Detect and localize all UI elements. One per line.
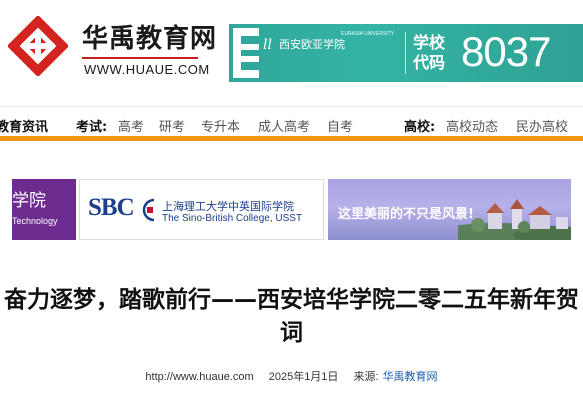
nav-item-graduate-exam[interactable]: 研考 — [159, 116, 185, 135]
main-nav: 教育资讯 考试: 高考 研考 专升本 成人高考 自考 高校: 高校动态 民办高校 — [0, 106, 583, 140]
nav-item-upgrade[interactable]: 专升本 — [201, 116, 240, 135]
nav-item-self-study[interactable]: 自考 — [327, 116, 353, 135]
ad1-chinese-text: 学院 — [12, 191, 46, 211]
ad3-slogan: 这里美丽的不只是风景! — [338, 207, 474, 222]
banner-school-code: 8037 — [461, 28, 551, 75]
banner-cursive-mark: ll — [263, 37, 272, 53]
campus-scenery-image — [458, 199, 571, 240]
university-ad-banner[interactable]: ll 西安欧亚学院 EURASIA UNIVERSITY 学校代码 8037 — [229, 24, 583, 82]
article-date: 2025年1月1日 — [268, 371, 339, 383]
banner-school-en: EURASIA UNIVERSITY — [341, 31, 395, 37]
nav-item-private-universities[interactable]: 民办高校 — [516, 116, 568, 135]
article-title: 奋力逐梦，踏歌前行——西安培华学院二零二五年新年贺词 — [4, 287, 579, 346]
nav-item-university-news[interactable]: 高校动态 — [446, 116, 498, 135]
site-name-underline — [82, 57, 198, 59]
article-source-link[interactable]: 华禹教育网 — [383, 371, 438, 383]
sbc-chinese-name: 上海理工大学中英国际学院 — [162, 200, 294, 213]
sbc-english-name: The Sino-British College, USST — [162, 213, 303, 224]
banner-code-label: 学校代码 — [413, 33, 446, 72]
nav-label-universities: 高校: — [404, 120, 436, 135]
article-source-label: 来源: — [353, 371, 379, 383]
nav-item-adult-exam[interactable]: 成人高考 — [258, 116, 310, 135]
ad-technology-college[interactable]: 学院 Technology — [12, 179, 76, 240]
site-name[interactable]: 华禹教育网 — [82, 18, 217, 55]
eurasia-logo-icon — [233, 28, 259, 78]
site-header: 华禹教育网 WWW.HUAUE.COM ll 西安欧亚学院 EURASIA UN… — [0, 0, 583, 96]
ad1-english-text: Technology — [12, 216, 58, 226]
ad-scenery-campus[interactable]: 这里美丽的不只是风景! — [328, 179, 571, 240]
article-meta: http://www.huaue.com 2025年1月1日 来源: 华禹教育网 — [0, 368, 583, 384]
article-url[interactable]: http://www.huaue.com — [145, 371, 253, 383]
site-url[interactable]: WWW.HUAUE.COM — [84, 62, 210, 77]
site-logo-icon[interactable] — [8, 16, 68, 76]
banner-divider — [405, 32, 406, 74]
ad-sino-british-college[interactable]: SBC 上海理工大学中英国际学院 The Sino-British Colleg… — [79, 179, 324, 240]
banner-school-name: 西安欧亚学院 — [279, 38, 345, 51]
sbc-logo-text: SBC — [88, 194, 135, 221]
nav-label-exams: 考试: — [76, 120, 108, 135]
nav-item-gaokao[interactable]: 高考 — [118, 116, 144, 135]
nav-accent-bar — [0, 136, 583, 141]
nav-item-education-news[interactable]: 教育资讯 — [0, 116, 48, 135]
ad-banner-row: 学院 Technology SBC 上海理工大学中英国际学院 The Sino-… — [0, 179, 583, 241]
sbc-crest-icon — [142, 198, 155, 222]
